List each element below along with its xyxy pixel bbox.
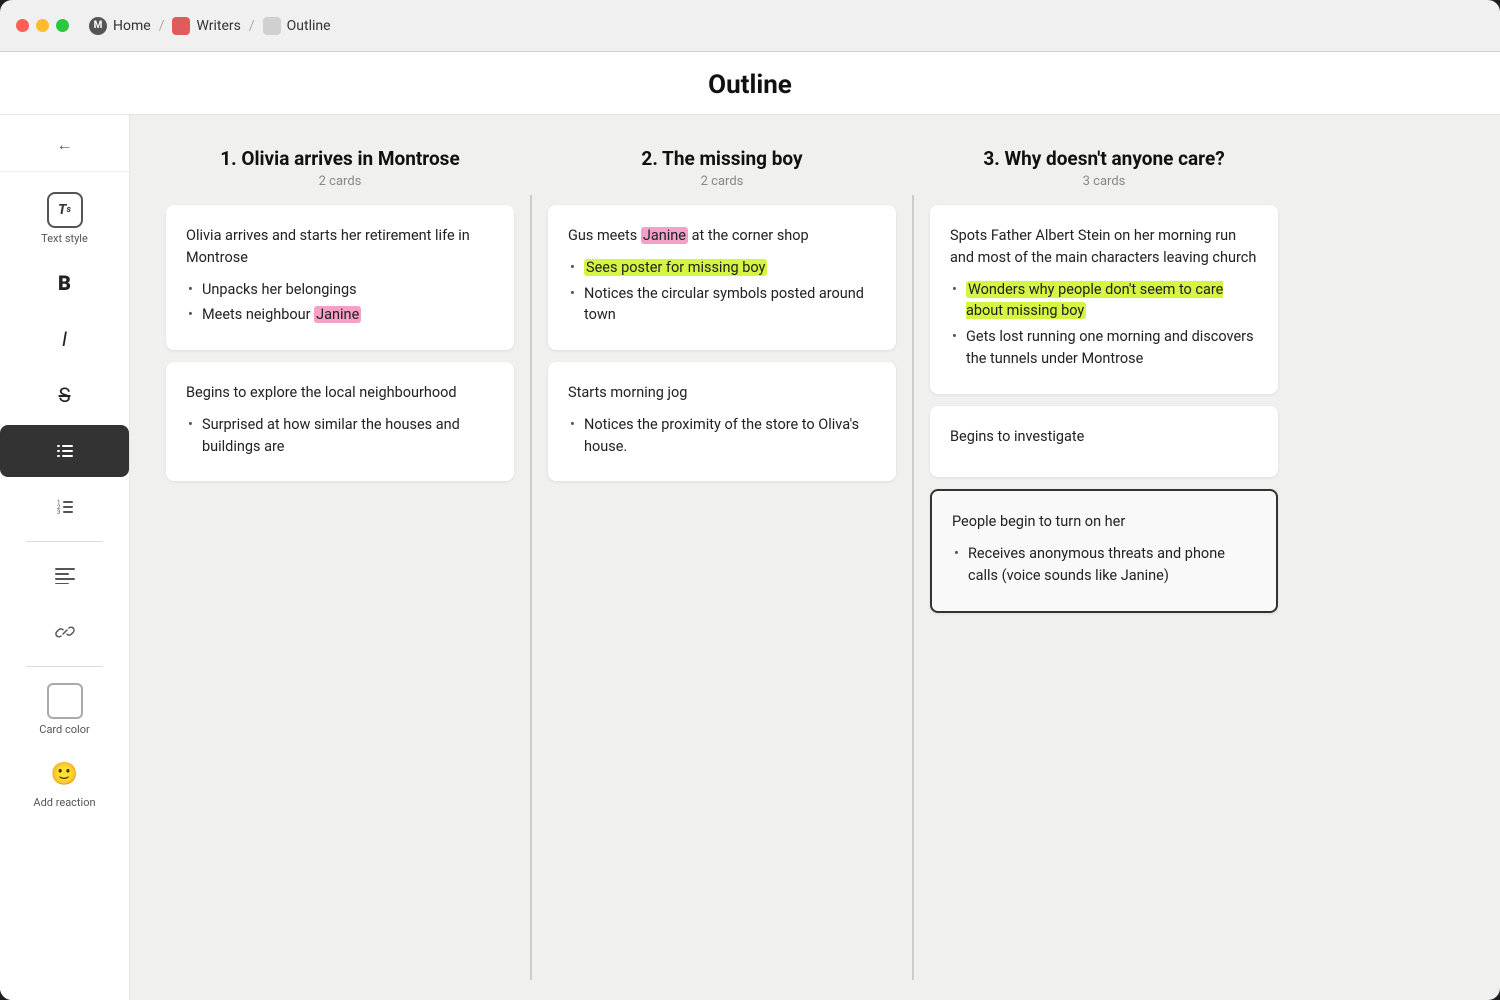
column-2: 2. The missing boy 2 cards Gus meets Jan…: [532, 135, 912, 980]
tool-align[interactable]: [0, 550, 129, 602]
svg-text:3: 3: [57, 509, 60, 516]
list-item: Gets lost running one morning and discov…: [950, 326, 1258, 370]
highlight-janine-2: Janine: [641, 227, 688, 244]
card-1-2[interactable]: Begins to explore the local neighbourhoo…: [166, 362, 514, 481]
card-color-swatch: [47, 683, 83, 719]
tool-bold[interactable]: B: [0, 257, 129, 309]
minimize-button[interactable]: [36, 19, 49, 32]
outline-icon: [263, 17, 281, 35]
card-2-1-text: Gus meets Janine at the corner shop: [568, 225, 876, 247]
list-item: Surprised at how similar the houses and …: [186, 414, 494, 458]
column-3-count: 3 cards: [930, 174, 1278, 189]
breadcrumb-outline-label: Outline: [287, 18, 331, 34]
home-icon: M: [89, 17, 107, 35]
page-title: Outline: [0, 70, 1500, 100]
tool-add-reaction[interactable]: 🙂 Add reaction: [0, 748, 129, 817]
column-2-cards: Gus meets Janine at the corner shop Sees…: [548, 205, 896, 481]
maximize-button[interactable]: [56, 19, 69, 32]
column-1-title: 1. Olivia arrives in Montrose: [166, 147, 514, 170]
list-item: Unpacks her belongings: [186, 279, 494, 301]
list-item: Receives anonymous threats and phone cal…: [952, 543, 1256, 587]
card-2-2[interactable]: Starts morning jog Notices the proximity…: [548, 362, 896, 481]
numbered-list-icon: 1 2 3: [47, 489, 83, 525]
highlight-janine: Janine: [314, 306, 361, 323]
card-3-2[interactable]: Begins to investigate: [930, 406, 1278, 478]
breadcrumb-writers-label: Writers: [196, 18, 240, 34]
tool-strikethrough[interactable]: S: [0, 369, 129, 421]
app-window: M Home / Writers / Outline Outline ←: [0, 0, 1500, 1000]
content-area: ← Ts Text style B I S: [0, 115, 1500, 1000]
list-item: Meets neighbour Janine: [186, 304, 494, 326]
highlight-missing-boy: Sees poster for missing boy: [584, 259, 767, 276]
breadcrumb: M Home / Writers / Outline: [89, 17, 331, 35]
bold-icon: B: [47, 265, 83, 301]
sidebar-separator: [26, 541, 103, 542]
breadcrumb-home-label: Home: [113, 18, 151, 34]
add-reaction-label: Add reaction: [33, 796, 95, 809]
column-2-header: 2. The missing boy 2 cards: [548, 135, 896, 205]
breadcrumb-outline[interactable]: Outline: [263, 17, 331, 35]
link-icon: [47, 614, 83, 650]
column-1-count: 2 cards: [166, 174, 514, 189]
breadcrumb-home[interactable]: M Home: [89, 17, 151, 35]
card-3-3[interactable]: People begin to turn on her Receives ano…: [930, 489, 1278, 612]
breadcrumb-sep-2: /: [249, 18, 255, 34]
tool-link[interactable]: [0, 606, 129, 658]
list-item: Notices the circular symbols posted arou…: [568, 283, 876, 327]
tool-card-color[interactable]: Card color: [0, 675, 129, 744]
card-1-1-text: Olivia arrives and starts her retirement…: [186, 225, 494, 269]
card-color-label: Card color: [39, 723, 89, 736]
column-3-header: 3. Why doesn't anyone care? 3 cards: [930, 135, 1278, 205]
emoji-icon: 🙂: [47, 756, 83, 792]
card-3-1-bullets: Wonders why people don't seem to care ab…: [950, 279, 1258, 370]
column-3-cards: Spots Father Albert Stein on her morning…: [930, 205, 1278, 613]
text-style-icon: Ts: [47, 192, 83, 228]
back-button[interactable]: ←: [0, 127, 129, 172]
titlebar: M Home / Writers / Outline: [0, 0, 1500, 52]
text-style-label: Text style: [41, 232, 88, 245]
list-item: Wonders why people don't seem to care ab…: [950, 279, 1258, 323]
card-1-2-bullets: Surprised at how similar the houses and …: [186, 414, 494, 458]
column-2-count: 2 cards: [548, 174, 896, 189]
italic-icon: I: [47, 321, 83, 357]
columns-container: 1. Olivia arrives in Montrose 2 cards Ol…: [130, 115, 1500, 1000]
column-1: 1. Olivia arrives in Montrose 2 cards Ol…: [150, 135, 530, 980]
card-2-2-text: Starts morning jog: [568, 382, 876, 404]
traffic-lights: [16, 19, 69, 32]
list-item: Sees poster for missing boy: [568, 257, 876, 279]
card-1-1-bullets: Unpacks her belongings Meets neighbour J…: [186, 279, 494, 327]
card-3-1[interactable]: Spots Father Albert Stein on her morning…: [930, 205, 1278, 394]
card-3-3-bullets: Receives anonymous threats and phone cal…: [952, 543, 1256, 587]
list-icon: [47, 433, 83, 469]
breadcrumb-writers[interactable]: Writers: [172, 17, 240, 35]
strikethrough-icon: S: [47, 377, 83, 413]
tool-numbered-list[interactable]: 1 2 3: [0, 481, 129, 533]
close-button[interactable]: [16, 19, 29, 32]
card-1-1[interactable]: Olivia arrives and starts her retirement…: [166, 205, 514, 350]
highlight-care: Wonders why people don't seem to care ab…: [966, 281, 1223, 320]
sidebar-separator-2: [26, 666, 103, 667]
back-arrow-icon: ←: [57, 135, 73, 155]
card-3-2-text: Begins to investigate: [950, 426, 1258, 448]
writers-icon: [172, 17, 190, 35]
card-2-1-bullets: Sees poster for missing boy Notices the …: [568, 257, 876, 326]
card-2-1[interactable]: Gus meets Janine at the corner shop Sees…: [548, 205, 896, 350]
card-3-1-text: Spots Father Albert Stein on her morning…: [950, 225, 1258, 269]
tool-text-style[interactable]: Ts Text style: [0, 184, 129, 253]
column-3: 3. Why doesn't anyone care? 3 cards Spot…: [914, 135, 1294, 980]
column-1-header: 1. Olivia arrives in Montrose 2 cards: [166, 135, 514, 205]
page-title-bar: Outline: [0, 52, 1500, 115]
breadcrumb-sep-1: /: [159, 18, 165, 34]
list-item: Notices the proximity of the store to Ol…: [568, 414, 876, 458]
tool-italic[interactable]: I: [0, 313, 129, 365]
left-sidebar: ← Ts Text style B I S: [0, 115, 130, 1000]
card-2-2-bullets: Notices the proximity of the store to Ol…: [568, 414, 876, 458]
card-3-3-text: People begin to turn on her: [952, 511, 1256, 533]
column-3-title: 3. Why doesn't anyone care?: [930, 147, 1278, 170]
tool-list[interactable]: [0, 425, 129, 477]
card-1-2-text: Begins to explore the local neighbourhoo…: [186, 382, 494, 404]
column-2-title: 2. The missing boy: [548, 147, 896, 170]
align-icon: [47, 558, 83, 594]
column-1-cards: Olivia arrives and starts her retirement…: [166, 205, 514, 481]
